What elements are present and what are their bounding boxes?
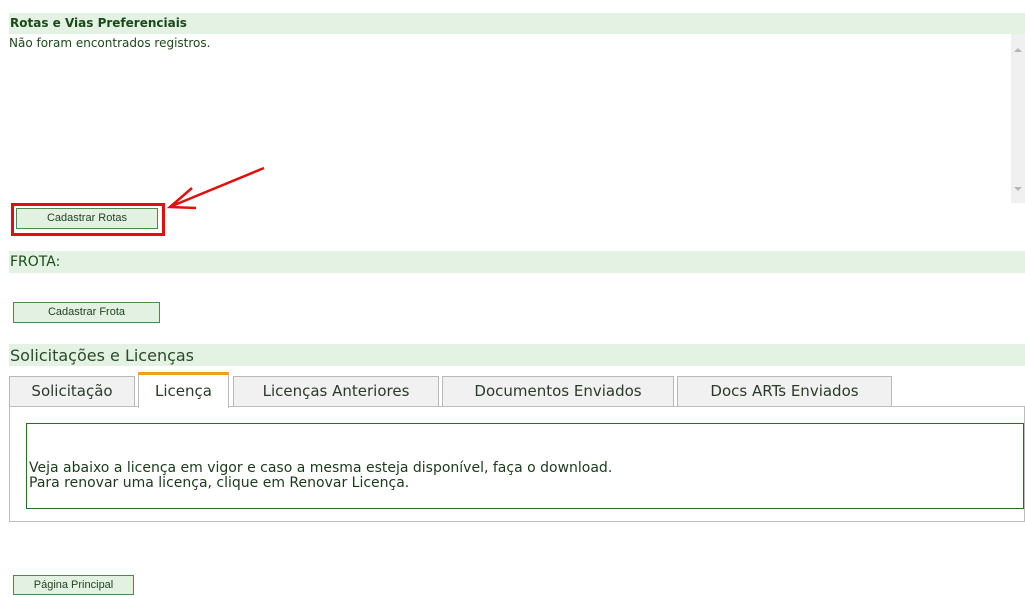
tab-licenca[interactable]: Licença bbox=[138, 372, 229, 408]
rotas-empty-message: Não foram encontrados registros. bbox=[9, 36, 211, 50]
licenca-tab-panel: Veja abaixo a licença em vigor e caso a … bbox=[9, 406, 1025, 522]
pagina-principal-button[interactable]: Página Principal bbox=[13, 575, 134, 595]
info-line-renew-license: Para renovar uma licença, clique em Reno… bbox=[29, 475, 410, 491]
scroll-up-arrow-icon[interactable] bbox=[1014, 48, 1022, 52]
tab-docs-arts-enviados[interactable]: Docs ARTs Enviados bbox=[677, 376, 892, 406]
rotas-scrollbar[interactable] bbox=[1011, 34, 1025, 203]
frota-section-title: FROTA: bbox=[9, 251, 1025, 273]
licenca-info-box: Veja abaixo a licença em vigor e caso a … bbox=[26, 423, 1024, 509]
annotation-arrow-icon bbox=[166, 166, 265, 210]
page: Rotas e Vias Preferenciais Não foram enc… bbox=[0, 0, 1025, 598]
info-line-current-license: Veja abaixo a licença em vigor e caso a … bbox=[29, 460, 613, 476]
tab-licencas-anteriores[interactable]: Licenças Anteriores bbox=[233, 376, 439, 406]
tab-solicitacao[interactable]: Solicitação bbox=[9, 376, 135, 406]
rotas-section-title: Rotas e Vias Preferenciais bbox=[9, 13, 1025, 34]
cadastrar-frota-button[interactable]: Cadastrar Frota bbox=[13, 302, 160, 323]
solicitacoes-section-title: Solicitações e Licenças bbox=[9, 344, 1025, 366]
tab-documentos-enviados[interactable]: Documentos Enviados bbox=[442, 376, 674, 406]
cadastrar-rotas-button[interactable]: Cadastrar Rotas bbox=[16, 208, 158, 229]
scroll-down-arrow-icon[interactable] bbox=[1014, 187, 1022, 191]
